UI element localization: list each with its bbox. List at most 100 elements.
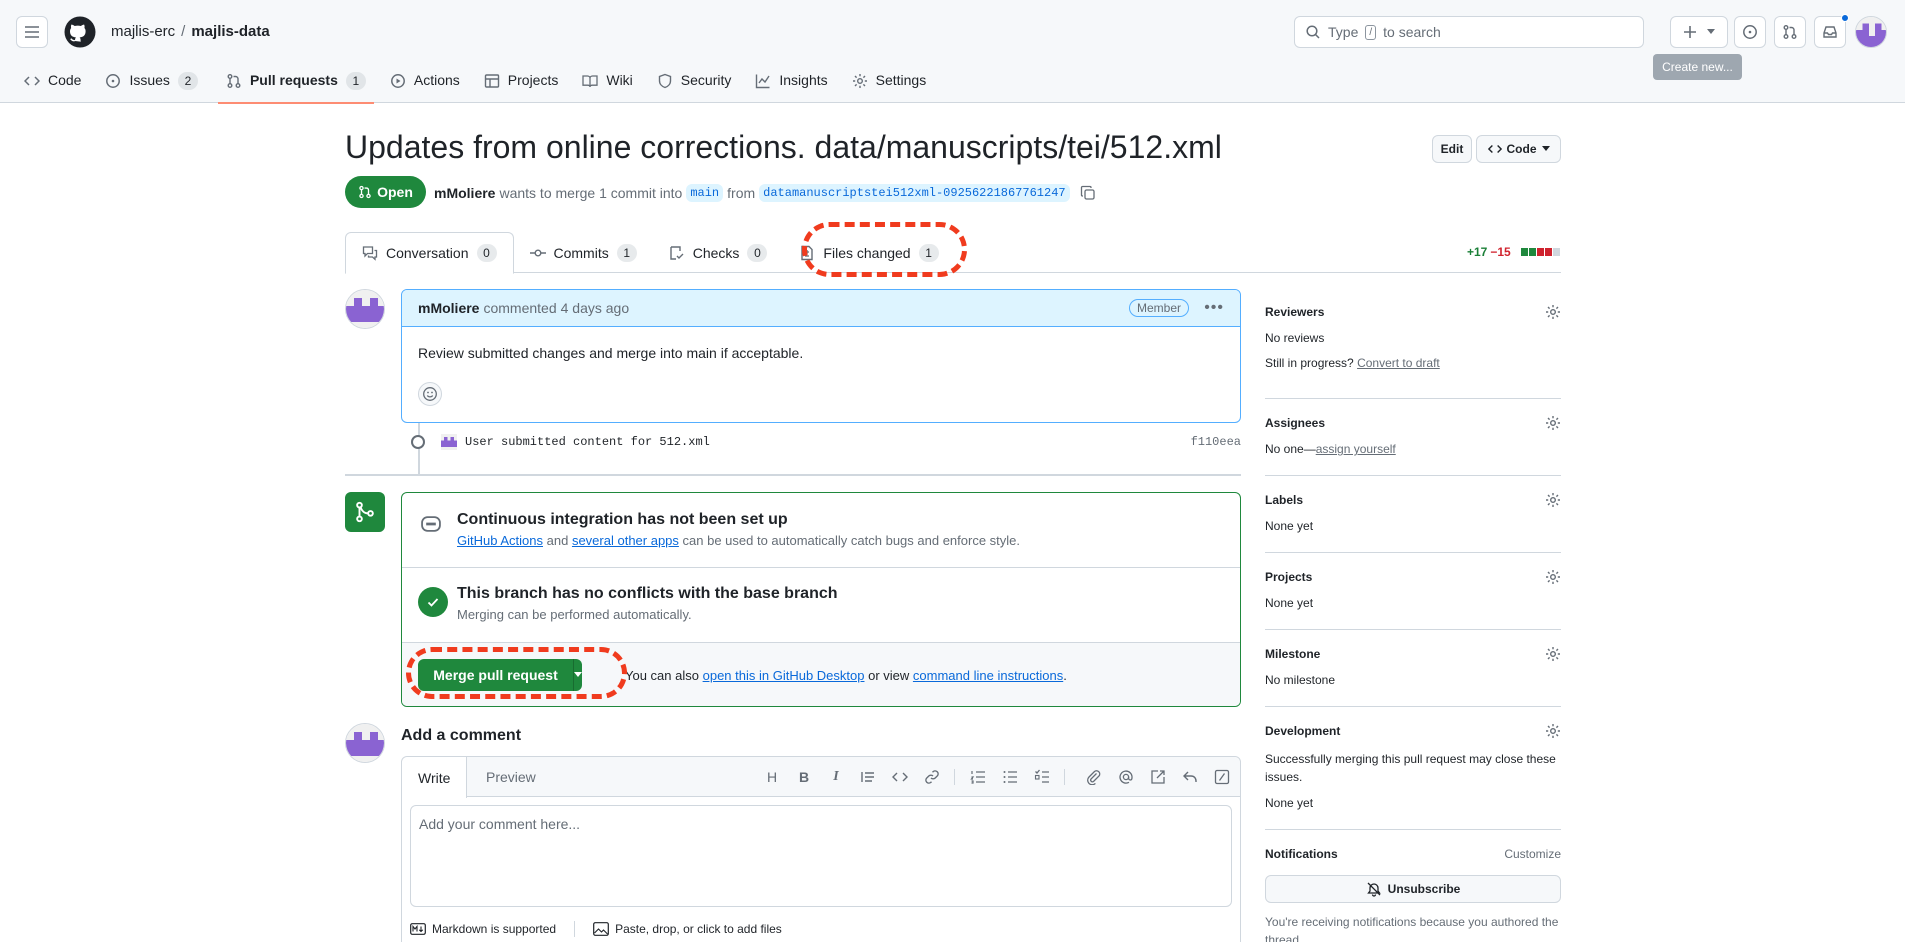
tab-write[interactable]: Write: [402, 757, 468, 798]
code-icon[interactable]: [890, 767, 910, 787]
github-logo-icon[interactable]: [64, 16, 96, 48]
breadcrumb-separator: /: [181, 23, 186, 40]
task-list-icon[interactable]: [1032, 767, 1052, 787]
github-actions-link[interactable]: GitHub Actions: [457, 533, 543, 548]
slash-commands-icon[interactable]: [1212, 767, 1232, 787]
pr-author-link[interactable]: mMoliere: [434, 185, 495, 201]
base-branch[interactable]: main: [686, 184, 724, 202]
sidebar-heading[interactable]: Reviewers: [1265, 305, 1561, 319]
edit-title-button[interactable]: Edit: [1432, 135, 1472, 163]
gear-icon[interactable]: [1545, 415, 1561, 431]
sidebar-heading[interactable]: Assignees: [1265, 416, 1561, 430]
commit-sha[interactable]: f110eea: [1191, 435, 1241, 449]
search-input[interactable]: Type / to search: [1294, 16, 1644, 48]
bold-icon[interactable]: B: [794, 767, 814, 787]
tab-files-changed[interactable]: Files changed 1: [783, 232, 954, 273]
add-reaction-button[interactable]: [418, 382, 442, 406]
repo-nav: Code Issues 2 Pull requests 1 Actions Pr…: [16, 62, 942, 104]
graph-icon: [756, 74, 770, 89]
tab-preview[interactable]: Preview: [470, 757, 552, 797]
nav-item-projects[interactable]: Projects: [476, 62, 567, 103]
paperclip-icon[interactable]: [1084, 767, 1104, 787]
commit-message[interactable]: User submitted content for 512.xml: [465, 435, 710, 449]
comment-time[interactable]: 4 days ago: [561, 300, 630, 316]
sidebar-heading[interactable]: Milestone: [1265, 647, 1561, 661]
sidebar-heading[interactable]: Development: [1265, 724, 1561, 738]
merge-pull-request-button[interactable]: Merge pull request: [418, 659, 582, 691]
markdown-note[interactable]: Markdown is supported: [432, 922, 556, 936]
nav-label: Projects: [507, 72, 559, 88]
menu-button[interactable]: [16, 16, 48, 48]
gear-icon[interactable]: [1545, 304, 1561, 320]
gear-icon[interactable]: [1545, 723, 1561, 739]
sidebar-notifications: Notifications Customize Unsubscribe You'…: [1265, 847, 1561, 942]
git-merge-icon: [356, 501, 374, 523]
assign-yourself-link[interactable]: assign yourself: [1316, 442, 1396, 456]
merge-footer: Merge pull request You can also open thi…: [402, 643, 1240, 706]
quote-icon[interactable]: [858, 767, 878, 787]
nav-item-actions[interactable]: Actions: [382, 62, 468, 103]
nav-item-pull-requests[interactable]: Pull requests 1: [217, 62, 374, 104]
tab-label: Commits: [553, 244, 609, 261]
comment-card: mMoliere commented 4 days ago Member •••…: [401, 289, 1241, 423]
tab-label: Conversation: [386, 245, 469, 261]
checklist-icon: [670, 245, 684, 260]
ci-and: and: [546, 533, 569, 548]
gear-icon[interactable]: [1545, 492, 1561, 508]
comment-author-avatar[interactable]: [345, 289, 385, 329]
sidebar-heading[interactable]: Labels: [1265, 493, 1561, 507]
nav-item-insights[interactable]: Insights: [747, 62, 835, 103]
nav-item-security[interactable]: Security: [649, 62, 740, 103]
other-apps-link[interactable]: several other apps: [572, 533, 679, 548]
repo-name-link[interactable]: majlis-data: [191, 23, 269, 40]
merge-method-dropdown[interactable]: [574, 659, 582, 691]
merge-button-main[interactable]: Merge pull request: [418, 659, 574, 691]
unordered-list-icon[interactable]: [1000, 767, 1020, 787]
cross-reference-icon[interactable]: [1148, 767, 1168, 787]
gear-icon[interactable]: [1545, 646, 1561, 662]
unsubscribe-button[interactable]: Unsubscribe: [1265, 875, 1561, 903]
copy-icon[interactable]: [1080, 185, 1096, 201]
attach-note[interactable]: Paste, drop, or click to add files: [615, 922, 782, 936]
sidebar-assignees: Assignees No one—assign yourself: [1265, 416, 1561, 476]
nav-item-issues[interactable]: Issues 2: [97, 62, 205, 103]
current-user-avatar[interactable]: [345, 723, 385, 763]
gear-icon[interactable]: [1545, 569, 1561, 585]
footer-divider: [574, 921, 576, 937]
kebab-menu-icon[interactable]: •••: [1204, 299, 1224, 317]
convert-to-draft-link[interactable]: Convert to draft: [1357, 356, 1440, 370]
head-branch[interactable]: datamanuscriptstei512xml-092562218677612…: [759, 184, 1070, 202]
reply-icon[interactable]: [1180, 767, 1200, 787]
hubot-icon: [421, 516, 441, 532]
nav-item-code[interactable]: Code: [16, 62, 89, 103]
user-avatar[interactable]: [1855, 16, 1887, 48]
comment-textarea[interactable]: Add your comment here...: [410, 805, 1232, 907]
commit-author-avatar[interactable]: [441, 434, 457, 450]
code-label: Code: [1506, 142, 1537, 156]
comment-author[interactable]: mMoliere: [418, 300, 479, 316]
italic-icon[interactable]: I: [826, 767, 846, 787]
customize-link[interactable]: Customize: [1504, 847, 1561, 861]
issues-button[interactable]: [1734, 16, 1766, 48]
toolbar-divider: [1064, 769, 1065, 785]
create-new-button[interactable]: [1670, 16, 1728, 48]
issue-icon: [106, 74, 121, 88]
command-line-link[interactable]: command line instructions: [913, 668, 1063, 683]
code-dropdown-button[interactable]: Code: [1476, 135, 1561, 163]
tab-counter: 1: [616, 243, 637, 262]
identicon-icon: [1856, 17, 1886, 47]
nav-item-settings[interactable]: Settings: [844, 62, 935, 103]
tab-conversation[interactable]: Conversation 0: [345, 232, 514, 274]
nav-item-wiki[interactable]: Wiki: [574, 62, 640, 103]
diffstat-square: [1552, 248, 1560, 256]
mention-icon[interactable]: [1116, 767, 1136, 787]
ordered-list-icon[interactable]: [968, 767, 988, 787]
repo-owner-link[interactable]: majlis-erc: [111, 23, 175, 40]
heading-icon[interactable]: H: [762, 767, 782, 787]
sidebar-heading[interactable]: Projects: [1265, 570, 1561, 584]
open-desktop-link[interactable]: open this in GitHub Desktop: [703, 668, 865, 683]
tab-checks[interactable]: Checks 0: [653, 232, 784, 273]
tab-commits[interactable]: Commits 1: [514, 232, 653, 273]
pull-requests-button[interactable]: [1774, 16, 1806, 48]
link-icon[interactable]: [922, 767, 942, 787]
